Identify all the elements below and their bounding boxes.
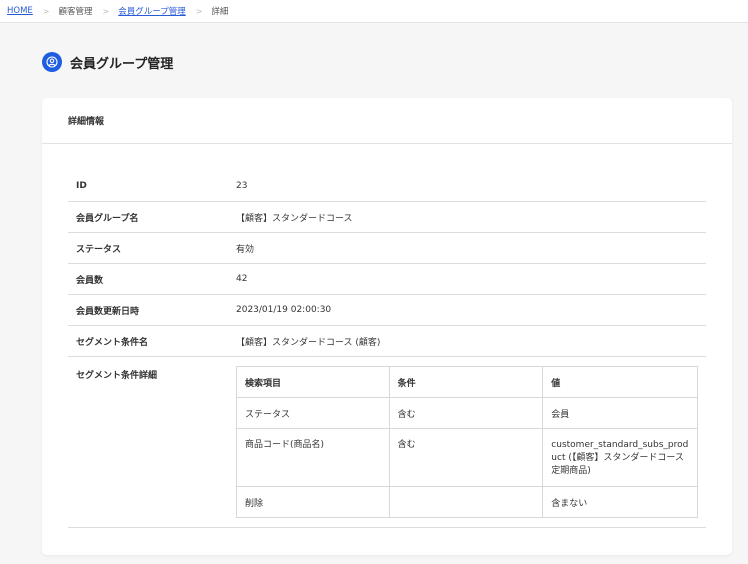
detail-card: 詳細情報 ID 23 会員グループ名 【顧客】スタンダードコース ステータス 有… — [42, 98, 732, 555]
breadcrumb-home-link[interactable]: HOME — [7, 6, 33, 16]
detail-value: 検索項目 条件 値 ステータス 含む 会員 商品コード(商品名) 含む cust… — [236, 366, 706, 518]
detail-value: 2023/01/19 02:00:30 — [236, 305, 332, 315]
table-cell: customer_standard_subs_product (【顧客】スタンダ… — [542, 428, 698, 487]
table-header-row: 検索項目 条件 値 — [236, 366, 698, 398]
breadcrumb-separator: > — [195, 6, 203, 16]
detail-row-segment-name: セグメント条件名 【顧客】スタンダードコース (顧客) — [68, 326, 706, 357]
table-cell: 含む — [388, 428, 544, 487]
detail-label: 会員数 — [76, 275, 104, 286]
breadcrumb-separator: > — [102, 6, 110, 16]
detail-row-id: ID 23 — [68, 171, 706, 202]
breadcrumb-group-link[interactable]: 会員グループ管理 — [118, 5, 186, 17]
column-header: 値 — [542, 366, 698, 398]
table-cell: 削除 — [236, 486, 390, 518]
table-cell — [388, 486, 544, 518]
detail-row-group-name: 会員グループ名 【顧客】スタンダードコース — [68, 202, 706, 233]
detail-value: 【顧客】スタンダードコース — [236, 213, 353, 224]
detail-row-updated-at: 会員数更新日時 2023/01/19 02:00:30 — [68, 295, 706, 326]
user-circle-icon — [42, 52, 62, 72]
breadcrumb-current: 詳細 — [211, 7, 229, 17]
card-header: 詳細情報 — [42, 98, 732, 144]
detail-label: セグメント条件詳細 — [76, 371, 158, 381]
detail-value: 42 — [236, 274, 248, 284]
table-cell: 商品コード(商品名) — [236, 428, 390, 487]
breadcrumb-separator: > — [42, 6, 50, 16]
table-cell: ステータス — [236, 397, 390, 429]
detail-value: 有効 — [236, 244, 255, 255]
detail-label: 会員数更新日時 — [76, 306, 140, 317]
detail-row-member-count: 会員数 42 — [68, 264, 706, 295]
segment-condition-table: 検索項目 条件 値 ステータス 含む 会員 商品コード(商品名) 含む cust… — [236, 366, 698, 518]
detail-label: ステータス — [76, 244, 122, 255]
page-title-text: 会員グループ管理 — [70, 56, 174, 72]
table-row: 商品コード(商品名) 含む customer_standard_subs_pro… — [236, 428, 698, 487]
detail-label: ID — [76, 181, 87, 191]
column-header: 検索項目 — [236, 366, 390, 398]
detail-value: 23 — [236, 181, 248, 191]
detail-label: セグメント条件名 — [76, 337, 149, 348]
detail-row-segment-detail: セグメント条件詳細 検索項目 条件 値 ステータス 含む 会員 商品コード(商品… — [68, 357, 706, 528]
detail-row-status: ステータス 有効 — [68, 233, 706, 264]
page-title: 会員グループ管理 — [42, 52, 173, 72]
breadcrumb-customer: 顧客管理 — [58, 7, 93, 17]
detail-label: 会員グループ名 — [76, 213, 139, 224]
table-cell: 含まない — [542, 486, 698, 518]
breadcrumb: HOME > 顧客管理 > 会員グループ管理 > 詳細 — [0, 0, 748, 23]
table-cell: 会員 — [542, 397, 698, 429]
table-row: 削除 含まない — [236, 486, 698, 518]
detail-value: 【顧客】スタンダードコース (顧客) — [236, 337, 381, 348]
column-header: 条件 — [388, 366, 544, 398]
table-row: ステータス 含む 会員 — [236, 397, 698, 429]
table-cell: 含む — [388, 397, 544, 429]
detail-list: ID 23 会員グループ名 【顧客】スタンダードコース ステータス 有効 会員数… — [68, 171, 706, 528]
